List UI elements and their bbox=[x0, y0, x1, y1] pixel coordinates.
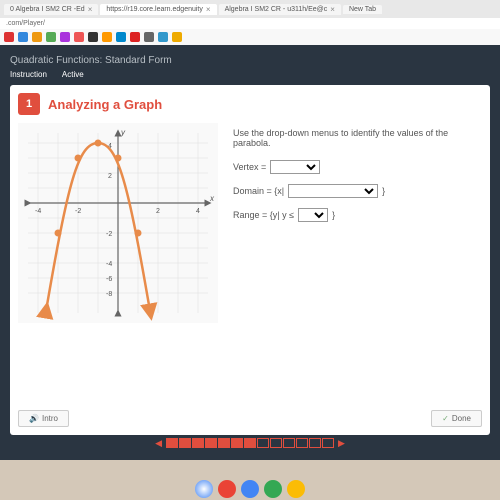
tab-label: https://r19.core.learn.edgenuity bbox=[106, 6, 203, 13]
domain-dropdown[interactable] bbox=[288, 184, 378, 198]
progress-box[interactable] bbox=[205, 438, 217, 448]
progress-box[interactable] bbox=[218, 438, 230, 448]
progress-box[interactable] bbox=[283, 438, 295, 448]
app-icon[interactable] bbox=[241, 480, 259, 498]
progress-box[interactable] bbox=[296, 438, 308, 448]
bookmark-icon[interactable] bbox=[32, 32, 42, 42]
svg-text:4: 4 bbox=[196, 208, 200, 215]
question-text: Use the drop-down menus to identify the … bbox=[233, 128, 482, 148]
app-icon[interactable] bbox=[264, 480, 282, 498]
data-point bbox=[115, 155, 122, 162]
svg-text:-8: -8 bbox=[106, 291, 112, 298]
vertex-dropdown[interactable] bbox=[270, 160, 320, 174]
lesson-content: Quadratic Functions: Standard Form Instr… bbox=[0, 45, 500, 460]
svg-text:y: y bbox=[120, 128, 126, 137]
app-icon[interactable] bbox=[287, 480, 305, 498]
progress-box[interactable] bbox=[322, 438, 334, 448]
os-dock bbox=[195, 480, 305, 498]
app-icon[interactable] bbox=[218, 480, 236, 498]
svg-text:x: x bbox=[209, 194, 215, 203]
next-arrow-icon[interactable]: ▶ bbox=[335, 438, 348, 449]
parabola-graph: x y -4 -2 2 4 4 2 -2 -4 -6 -8 bbox=[18, 123, 218, 323]
domain-suffix: } bbox=[382, 186, 385, 196]
tab-label: Algebra I SM2 CR - u311h/Ee@c bbox=[225, 6, 328, 13]
vertex-row: Vertex = bbox=[233, 160, 482, 174]
progress-box[interactable] bbox=[192, 438, 204, 448]
browser-tab-4[interactable]: New Tab bbox=[343, 5, 382, 14]
done-label: Done bbox=[452, 414, 471, 423]
close-icon[interactable]: × bbox=[88, 5, 93, 14]
speaker-icon: 🔊 bbox=[29, 414, 39, 423]
svg-text:-2: -2 bbox=[75, 208, 81, 215]
bookmark-icon[interactable] bbox=[158, 32, 168, 42]
tab-active[interactable]: Active bbox=[62, 70, 84, 79]
bookmark-icon[interactable] bbox=[116, 32, 126, 42]
svg-text:2: 2 bbox=[156, 208, 160, 215]
domain-label: Domain = {x| bbox=[233, 186, 284, 196]
panel-footer: 🔊 Intro ✓ Done bbox=[18, 410, 482, 427]
data-point bbox=[135, 230, 142, 237]
progress-box[interactable] bbox=[270, 438, 282, 448]
range-suffix: } bbox=[332, 210, 335, 220]
tab-label: New Tab bbox=[349, 6, 376, 13]
bookmark-bar bbox=[0, 29, 500, 45]
page-number: 1 bbox=[18, 93, 40, 115]
svg-text:-4: -4 bbox=[35, 208, 41, 215]
bookmark-icon[interactable] bbox=[60, 32, 70, 42]
progress-box[interactable] bbox=[244, 438, 256, 448]
bookmark-icon[interactable] bbox=[74, 32, 84, 42]
chrome-icon[interactable] bbox=[195, 480, 213, 498]
lesson-nav: Instruction Active bbox=[10, 68, 490, 85]
tab-label: 0 Algebra I SM2 CR -Ed bbox=[10, 6, 85, 13]
intro-label: Intro bbox=[42, 414, 58, 423]
vertex-point bbox=[95, 140, 102, 147]
browser-tab-1[interactable]: 0 Algebra I SM2 CR -Ed × bbox=[4, 4, 98, 15]
question-area: Use the drop-down menus to identify the … bbox=[233, 123, 482, 323]
svg-text:-6: -6 bbox=[106, 276, 112, 283]
range-row: Range = {y| y ≤ } bbox=[233, 208, 482, 222]
bookmark-icon[interactable] bbox=[172, 32, 182, 42]
panel-header: 1 Analyzing a Graph bbox=[18, 93, 482, 115]
progress-box[interactable] bbox=[231, 438, 243, 448]
progress-strip: ◀ ▶ bbox=[10, 435, 490, 452]
svg-text:-2: -2 bbox=[106, 231, 112, 238]
graph-svg: x y -4 -2 2 4 4 2 -2 -4 -6 -8 bbox=[18, 123, 218, 323]
tab-instruction[interactable]: Instruction bbox=[10, 70, 47, 79]
domain-row: Domain = {x| } bbox=[233, 184, 482, 198]
range-label: Range = {y| y ≤ bbox=[233, 210, 294, 220]
progress-box[interactable] bbox=[179, 438, 191, 448]
bookmark-icon[interactable] bbox=[46, 32, 56, 42]
data-point bbox=[75, 155, 82, 162]
panel-body: x y -4 -2 2 4 4 2 -2 -4 -6 -8 bbox=[18, 123, 482, 323]
check-icon: ✓ bbox=[442, 414, 449, 423]
bookmark-icon[interactable] bbox=[88, 32, 98, 42]
range-dropdown[interactable] bbox=[298, 208, 328, 222]
data-point bbox=[55, 230, 62, 237]
prev-arrow-icon[interactable]: ◀ bbox=[152, 438, 165, 449]
progress-box[interactable] bbox=[257, 438, 269, 448]
url-text: .com/Player/ bbox=[6, 20, 45, 27]
lesson-title: Quadratic Functions: Standard Form bbox=[10, 53, 490, 68]
done-button[interactable]: ✓ Done bbox=[431, 410, 482, 427]
svg-text:-4: -4 bbox=[106, 261, 112, 268]
bookmark-icon[interactable] bbox=[4, 32, 14, 42]
browser-tabs-bar: 0 Algebra I SM2 CR -Ed × https://r19.cor… bbox=[0, 0, 500, 18]
bookmark-icon[interactable] bbox=[130, 32, 140, 42]
close-icon[interactable]: × bbox=[330, 5, 335, 14]
activity-panel: 1 Analyzing a Graph bbox=[10, 85, 490, 435]
bookmark-icon[interactable] bbox=[144, 32, 154, 42]
panel-title: Analyzing a Graph bbox=[48, 97, 162, 112]
svg-text:2: 2 bbox=[108, 173, 112, 180]
progress-box[interactable] bbox=[166, 438, 178, 448]
progress-box[interactable] bbox=[309, 438, 321, 448]
browser-tab-3[interactable]: Algebra I SM2 CR - u311h/Ee@c × bbox=[219, 4, 341, 15]
browser-tab-2[interactable]: https://r19.core.learn.edgenuity × bbox=[100, 4, 216, 15]
bookmark-icon[interactable] bbox=[18, 32, 28, 42]
close-icon[interactable]: × bbox=[206, 5, 211, 14]
vertex-label: Vertex = bbox=[233, 162, 266, 172]
bookmark-icon[interactable] bbox=[102, 32, 112, 42]
intro-button[interactable]: 🔊 Intro bbox=[18, 410, 69, 427]
url-bar[interactable]: .com/Player/ bbox=[0, 18, 500, 29]
